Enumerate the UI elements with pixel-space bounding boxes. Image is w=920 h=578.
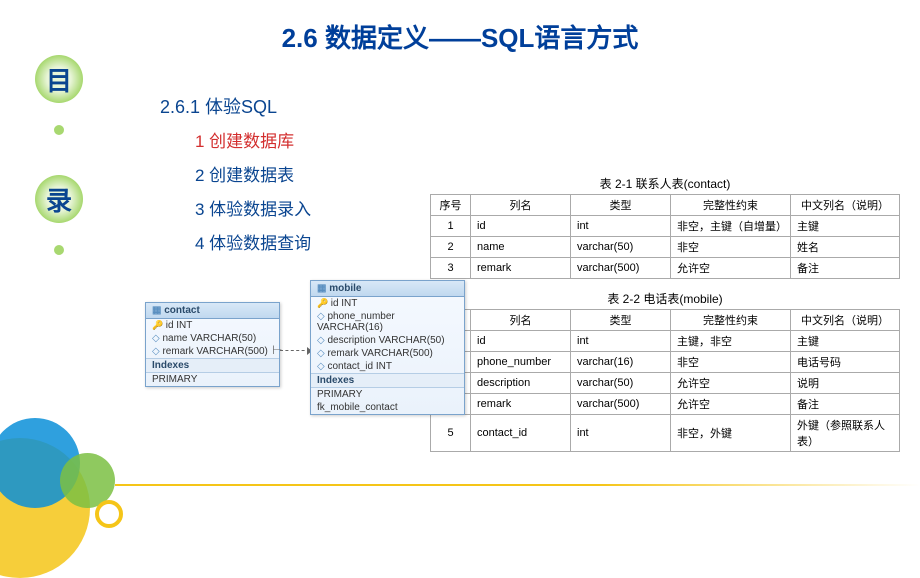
toc-item: 4 体验数据查询 [195, 227, 311, 261]
erd-field: description VARCHAR(50) [311, 334, 464, 347]
toc-item: 2 创建数据表 [195, 159, 311, 193]
th: 完整性约束 [671, 310, 791, 331]
toc-item: 1 创建数据库 [195, 125, 311, 159]
erd-relationship-line [280, 350, 310, 351]
toc-item: 3 体验数据录入 [195, 193, 311, 227]
erd-index: PRIMARY [146, 373, 279, 386]
th: 类型 [571, 310, 671, 331]
decor-circles [0, 378, 150, 578]
sidebar-char-1: 目 [35, 55, 83, 103]
table-row: 2phone_numbervarchar(16)非空电话号码 [431, 352, 900, 373]
decor-line [115, 484, 920, 486]
erd-field: contact_id INT [311, 360, 464, 373]
th: 列名 [471, 195, 571, 216]
table-contact-wrapper: 表 2-1 联系人表(contact) 序号 列名 类型 完整性约束 中文列名（… [430, 175, 900, 279]
erd-index: fk_mobile_contact [311, 401, 464, 414]
table-contact: 序号 列名 类型 完整性约束 中文列名（说明） 1idint非空，主键（自增量）… [430, 194, 900, 279]
th: 完整性约束 [671, 195, 791, 216]
table-caption: 表 2-1 联系人表(contact) [430, 175, 900, 192]
erd-entity-contact: contact id INT name VARCHAR(50) remark V… [145, 302, 280, 387]
th: 中文列名（说明） [791, 310, 900, 331]
th: 序号 [431, 195, 471, 216]
th: 中文列名（说明） [791, 195, 900, 216]
erd-entity-header: contact [146, 303, 279, 319]
table-row: 2namevarchar(50)非空姓名 [431, 237, 900, 258]
erd-indexes-label: Indexes [146, 358, 279, 373]
table-row: 3descriptionvarchar(50)允许空说明 [431, 373, 900, 394]
table-row: 4remarkvarchar(500)允许空备注 [431, 394, 900, 415]
th: 列名 [471, 310, 571, 331]
erd-entity-header: mobile [311, 281, 464, 297]
section-subtitle: 2.6.1 体验SQL [160, 93, 277, 119]
erd-entity-mobile: mobile id INT phone_number VARCHAR(16) d… [310, 280, 465, 415]
sidebar-char-2: 录 [35, 175, 83, 223]
th: 类型 [571, 195, 671, 216]
table-caption: 表 2-2 电话表(mobile) [430, 290, 900, 307]
erd-field: id INT [146, 319, 279, 332]
erd-field: remark VARCHAR(500) [146, 345, 279, 358]
erd-field: phone_number VARCHAR(16) [311, 310, 464, 334]
decor-dot [54, 125, 64, 135]
table-row: 3remarkvarchar(500)允许空备注 [431, 258, 900, 279]
toc-list: 1 创建数据库 2 创建数据表 3 体验数据录入 4 体验数据查询 [195, 125, 311, 261]
erd-field: id INT [311, 297, 464, 310]
table-row: 1idint非空，主键（自增量）主键 [431, 216, 900, 237]
table-row: 5contact_idint非空，外键外键（参照联系人表） [431, 415, 900, 452]
erd-field: name VARCHAR(50) [146, 332, 279, 345]
table-mobile-wrapper: 表 2-2 电话表(mobile) 序号 列名 类型 完整性约束 中文列名（说明… [430, 290, 900, 452]
erd-index: PRIMARY [311, 388, 464, 401]
page-title: 2.6 数据定义——SQL语言方式 [0, 18, 920, 55]
table-mobile: 序号 列名 类型 完整性约束 中文列名（说明） 1idint主键，非空主键 2p… [430, 309, 900, 452]
erd-field: remark VARCHAR(500) [311, 347, 464, 360]
decor-dot [54, 245, 64, 255]
erd-indexes-label: Indexes [311, 373, 464, 388]
table-row: 1idint主键，非空主键 [431, 331, 900, 352]
